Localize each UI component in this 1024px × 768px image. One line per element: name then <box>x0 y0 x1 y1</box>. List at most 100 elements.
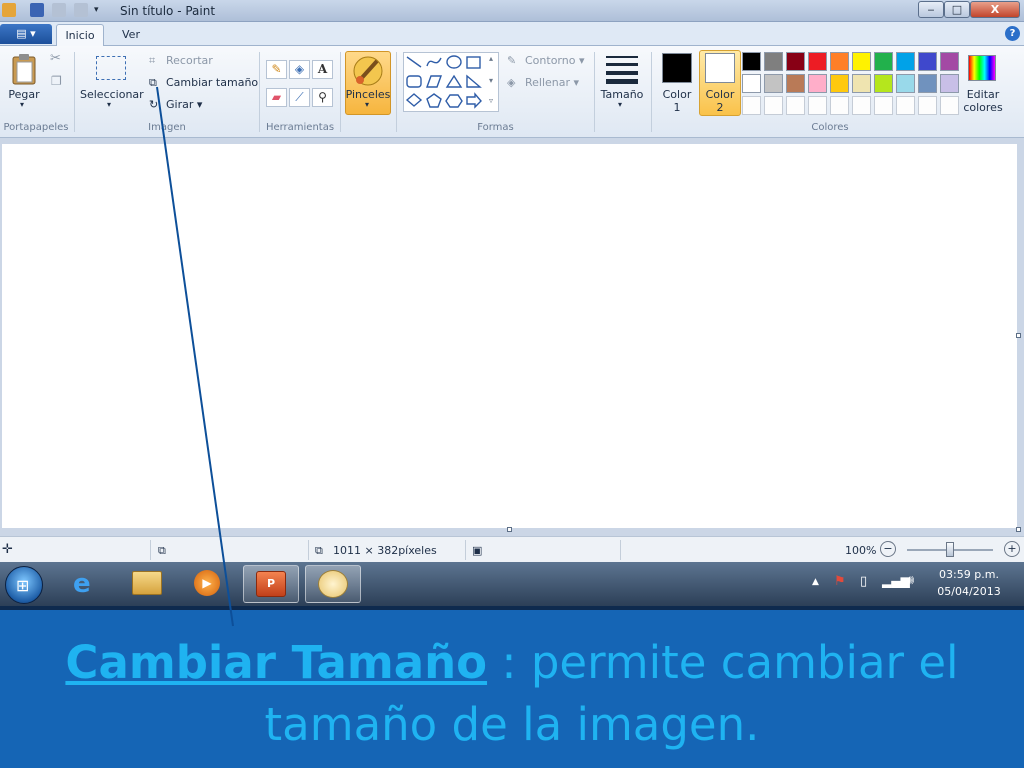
palette-swatch[interactable] <box>918 96 937 115</box>
status-separator <box>465 540 466 560</box>
zoom-out-icon[interactable]: − <box>880 541 896 557</box>
rotate-button[interactable]: Girar ▾ <box>166 98 202 111</box>
taskbar-powerpoint[interactable]: P <box>243 565 299 603</box>
edit-colors-icon[interactable] <box>968 55 996 81</box>
palette-swatch[interactable] <box>764 52 783 71</box>
redo-icon[interactable] <box>74 3 88 17</box>
resize-button[interactable]: Cambiar tamaño <box>166 76 258 89</box>
palette-swatch[interactable] <box>896 96 915 115</box>
palette-swatch[interactable] <box>940 96 959 115</box>
text-tool-icon[interactable]: A <box>312 60 333 79</box>
resize-handle-bottom[interactable] <box>507 527 512 532</box>
color1-swatch[interactable] <box>662 53 692 83</box>
fill-icon[interactable]: ◈ <box>507 76 515 89</box>
copy-icon[interactable]: ❐ <box>51 74 62 88</box>
palette-swatch[interactable] <box>764 96 783 115</box>
palette-swatch[interactable] <box>940 52 959 71</box>
battery-icon[interactable]: ▯ <box>860 574 867 589</box>
palette-swatch[interactable] <box>874 52 893 71</box>
fill-button[interactable]: Rellenar ▾ <box>525 76 579 89</box>
zoom-in-icon[interactable]: + <box>1004 541 1020 557</box>
resize-icon[interactable]: ⧉ <box>149 76 157 90</box>
ie-icon: e <box>73 569 91 599</box>
color-picker-icon[interactable]: ⟋ <box>289 88 310 107</box>
palette-swatch[interactable] <box>742 74 761 93</box>
palette-swatch[interactable] <box>786 96 805 115</box>
drawing-canvas[interactable] <box>2 144 1017 528</box>
taskbar-media-player[interactable]: ▶ <box>180 565 236 603</box>
resize-handle-corner[interactable] <box>1016 527 1021 532</box>
palette-swatch[interactable] <box>896 74 915 93</box>
fill-bucket-icon[interactable]: ◈ <box>289 60 310 79</box>
palette-swatch[interactable] <box>940 74 959 93</box>
maximize-button[interactable]: □ <box>944 1 970 18</box>
color2-label-line1: Color <box>705 88 735 101</box>
palette-swatch[interactable] <box>852 96 871 115</box>
palette-swatch[interactable] <box>786 52 805 71</box>
action-center-icon[interactable]: ⚑ <box>834 574 846 589</box>
crop-icon[interactable]: ⌗ <box>149 54 155 68</box>
magnifier-icon[interactable]: ⚲ <box>312 88 333 107</box>
rotate-icon[interactable]: ↻ <box>149 98 158 111</box>
taskbar-explorer[interactable] <box>120 565 176 603</box>
palette-swatch[interactable] <box>852 74 871 93</box>
palette-swatch[interactable] <box>742 52 761 71</box>
color2-label[interactable]: Color 2 <box>699 88 741 114</box>
edit-colors-button[interactable]: Editar colores <box>958 88 1008 114</box>
brushes-dropdown-icon[interactable]: ▾ <box>365 100 369 109</box>
cut-icon[interactable]: ✂ <box>50 51 61 66</box>
color2-swatch[interactable] <box>705 53 735 83</box>
size-dropdown-icon[interactable]: ▾ <box>618 100 622 109</box>
customize-qat-icon[interactable]: ▾ <box>94 3 104 17</box>
palette-swatch[interactable] <box>874 96 893 115</box>
palette-swatch[interactable] <box>808 52 827 71</box>
clock-date[interactable]: 05/04/2013 <box>936 585 1002 598</box>
palette-swatch[interactable] <box>896 52 915 71</box>
tab-inicio[interactable]: Inicio <box>56 24 104 46</box>
paste-dropdown-icon[interactable]: ▾ <box>20 100 24 109</box>
paint-app-icon[interactable] <box>2 3 16 17</box>
help-icon[interactable]: ? <box>1005 26 1020 41</box>
shapes-gallery-icons[interactable] <box>405 54 489 110</box>
size-icon[interactable] <box>605 54 639 84</box>
palette-swatch[interactable] <box>808 74 827 93</box>
palette-swatch[interactable] <box>786 74 805 93</box>
eraser-icon[interactable]: ▰ <box>266 88 287 107</box>
clock-time[interactable]: 03:59 p.m. <box>936 568 1002 581</box>
select-dropdown-icon[interactable]: ▾ <box>107 100 111 109</box>
palette-swatch[interactable] <box>830 52 849 71</box>
paint-menu-button[interactable]: ▤ ▾ <box>0 24 52 44</box>
palette-swatch[interactable] <box>918 74 937 93</box>
shapes-expand-icon[interactable]: ▿ <box>489 96 493 105</box>
outline-button[interactable]: Contorno ▾ <box>525 54 584 67</box>
zoom-slider-thumb[interactable] <box>946 542 954 557</box>
crop-button[interactable]: Recortar <box>166 54 213 67</box>
taskbar-ie[interactable]: e <box>60 565 116 603</box>
minimize-button[interactable]: ‒ <box>918 1 944 18</box>
taskbar-paint[interactable] <box>305 565 361 603</box>
palette-swatch[interactable] <box>874 74 893 93</box>
show-hidden-icons-icon[interactable]: ▲ <box>812 577 819 587</box>
palette-swatch[interactable] <box>830 74 849 93</box>
pencil-icon[interactable]: ✎ <box>266 60 287 79</box>
paste-icon[interactable] <box>10 52 40 86</box>
outline-icon[interactable]: ✎ <box>507 54 516 67</box>
resize-handle-right[interactable] <box>1016 333 1021 338</box>
selection-size-icon: ⧉ <box>158 544 166 557</box>
shapes-scroll-down-icon[interactable]: ▾ <box>489 76 493 85</box>
palette-swatch[interactable] <box>764 74 783 93</box>
save-icon[interactable] <box>30 3 44 17</box>
select-icon[interactable] <box>96 56 126 80</box>
volume-icon[interactable]: 🔊︎ <box>906 573 914 588</box>
tab-ver[interactable]: Ver <box>112 24 150 46</box>
undo-icon[interactable] <box>52 3 66 17</box>
palette-swatch[interactable] <box>852 52 871 71</box>
shapes-scroll-up-icon[interactable]: ▴ <box>489 54 493 63</box>
palette-swatch[interactable] <box>918 52 937 71</box>
palette-swatch[interactable] <box>742 96 761 115</box>
brush-icon[interactable] <box>351 53 385 87</box>
palette-swatch[interactable] <box>808 96 827 115</box>
color1-label[interactable]: Color 1 <box>656 88 698 114</box>
palette-swatch[interactable] <box>830 96 849 115</box>
close-button[interactable]: X <box>970 1 1020 18</box>
